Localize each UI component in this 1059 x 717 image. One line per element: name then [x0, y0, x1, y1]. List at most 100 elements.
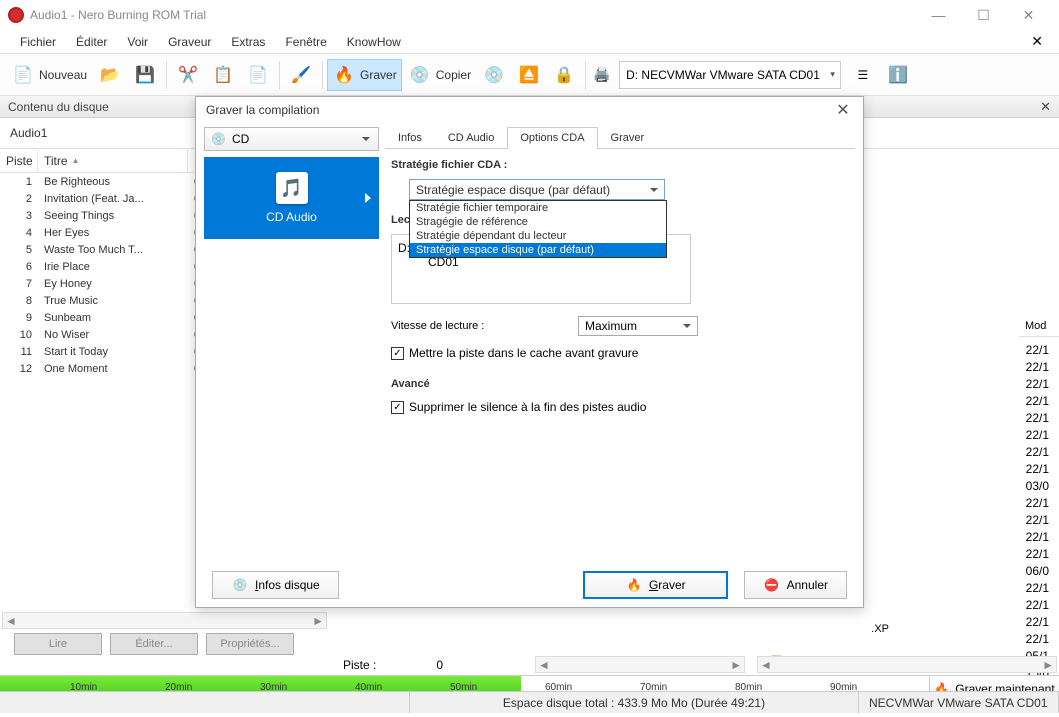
edit-button[interactable]: Éditer...: [110, 633, 198, 655]
status-drive: NECVMWar VMware SATA CD01: [859, 692, 1059, 713]
panel-close-icon[interactable]: ✕: [1040, 99, 1051, 115]
strategy-dropdown: Stratégie fichier temporaire Stragégie d…: [409, 200, 667, 258]
drive-selector[interactable]: D: NECVMWar VMware SATA CD01: [619, 61, 841, 89]
menu-editer[interactable]: Éditer: [66, 32, 117, 52]
disc-type-select[interactable]: 💿 CD: [204, 127, 379, 151]
tab-graver[interactable]: Graver: [598, 127, 658, 148]
header-mod[interactable]: Mod: [1019, 316, 1059, 337]
music-note-icon: 🎵: [276, 172, 308, 204]
date-cell: 22/1: [1016, 394, 1059, 411]
date-cell: 22/1: [1016, 496, 1059, 513]
cut-button[interactable]: ✂️: [171, 59, 205, 91]
mdi-close-icon[interactable]: ✕: [1025, 33, 1049, 50]
copy-icon: 📋: [211, 63, 235, 87]
cancel-icon: ⛔: [763, 576, 781, 594]
silence-checkbox-row[interactable]: ✓ Supprimer le silence à la fin des pist…: [391, 400, 849, 414]
close-button[interactable]: ✕: [1006, 0, 1051, 30]
separator: [322, 61, 323, 89]
dialog-right-panel: Infos CD Audio Options CDA Graver Straté…: [385, 127, 855, 559]
strategy-section-label: Stratégie fichier CDA :: [391, 159, 849, 171]
disc-icon: 💿: [231, 576, 249, 594]
bottom-controls: Lire Éditer... Propriétés...: [0, 633, 308, 655]
play-button[interactable]: Lire: [14, 633, 102, 655]
h-scrollbar-mid[interactable]: ◄►: [535, 656, 745, 673]
save-button[interactable]: 💾: [128, 59, 162, 91]
new-icon: 📄: [11, 63, 35, 87]
disc-icon: 💿: [211, 132, 226, 146]
separator: [279, 61, 280, 89]
app-icon: [8, 7, 24, 23]
h-scrollbar-right[interactable]: ◄►: [757, 656, 1057, 673]
checkbox-icon: ✓: [391, 347, 404, 360]
properties-button[interactable]: Propriétés...: [206, 633, 294, 655]
burn-button[interactable]: 🔥 Graver: [327, 59, 402, 91]
date-cell: 22/1: [1016, 547, 1059, 564]
speed-combo[interactable]: Maximum: [578, 316, 698, 336]
menu-voir[interactable]: Voir: [117, 32, 158, 52]
menubar: Fichier Éditer Voir Graveur Extras Fenêt…: [0, 30, 1059, 54]
dialog-tabs: Infos CD Audio Options CDA Graver: [385, 127, 855, 149]
strategy-combo[interactable]: Stratégie espace disque (par défaut) Str…: [409, 179, 665, 200]
dialog-close-button[interactable]: ✕: [833, 100, 853, 120]
cache-checkbox-row[interactable]: ✓ Mettre la piste dans le cache avant gr…: [391, 346, 849, 360]
drive-options-button[interactable]: ☰: [846, 59, 880, 91]
date-cell: 22/1: [1016, 411, 1059, 428]
options-icon: ☰: [851, 63, 875, 87]
disc-info-button[interactable]: 💿: [477, 59, 511, 91]
speed-label: Vitesse de lecture :: [391, 320, 566, 332]
menu-fichier[interactable]: Fichier: [10, 32, 66, 52]
new-button[interactable]: 📄 Nouveau: [6, 59, 92, 91]
header-titre[interactable]: Titre▲: [38, 150, 188, 172]
date-cell: 22/1: [1016, 360, 1059, 377]
date-cell: 06/0: [1016, 564, 1059, 581]
separator: [166, 61, 167, 89]
printer-icon: 🖨️: [590, 63, 614, 87]
copy-disc-button[interactable]: 💿 Copier: [403, 59, 476, 91]
sort-asc-icon: ▲: [72, 156, 80, 165]
info-button[interactable]: ℹ️: [881, 59, 915, 91]
brush-button[interactable]: 🖌️: [284, 59, 318, 91]
tab-cd-audio[interactable]: CD Audio: [435, 127, 507, 148]
burn-dialog: Graver la compilation ✕ 💿 CD 🎵 CD Audio …: [195, 96, 864, 608]
flame-icon: 🔥: [625, 576, 643, 594]
tab-content: Stratégie fichier CDA : Stratégie espace…: [385, 149, 855, 434]
paste-button[interactable]: 📄: [241, 59, 275, 91]
tab-infos[interactable]: Infos: [385, 127, 435, 148]
date-cell: 22/1: [1016, 343, 1059, 360]
date-cell: 22/1: [1016, 428, 1059, 445]
advanced-section-label: Avancé: [391, 378, 849, 390]
securdisc-button[interactable]: 🔒: [547, 59, 581, 91]
h-scrollbar-left[interactable]: ◄►: [2, 612, 327, 629]
toolbar: 📄 Nouveau 📂 💾 ✂️ 📋 📄 🖌️ 🔥 Graver 💿 Copie…: [0, 54, 1059, 96]
date-cell: 22/1: [1016, 513, 1059, 530]
maximize-button[interactable]: ☐: [961, 0, 1006, 30]
dialog-titlebar: Graver la compilation ✕: [196, 97, 863, 123]
dropdown-option[interactable]: Stratégie dépendant du lecteur: [410, 229, 666, 243]
dialog-left-panel: 💿 CD 🎵 CD Audio: [204, 127, 379, 559]
cancel-button[interactable]: ⛔ Annuler: [744, 571, 847, 599]
dialog-footer: 💿 Infos disque 🔥 Graver ⛔ Annuler: [196, 563, 863, 607]
dropdown-option[interactable]: Stragégie de référence: [410, 215, 666, 229]
dropdown-option-selected[interactable]: Stratégie espace disque (par défaut): [410, 243, 666, 257]
date-cell: 22/1: [1016, 581, 1059, 598]
checkbox-icon: ✓: [391, 401, 404, 414]
burn-confirm-button[interactable]: 🔥 Graver: [583, 571, 728, 599]
copy-clip-button[interactable]: 📋: [206, 59, 240, 91]
tab-options-cda[interactable]: Options CDA: [507, 127, 597, 148]
menu-graveur[interactable]: Graveur: [158, 32, 221, 52]
menu-fenetre[interactable]: Fenêtre: [275, 32, 336, 52]
open-button[interactable]: 📂: [93, 59, 127, 91]
header-piste[interactable]: Piste: [0, 150, 38, 172]
date-cell: 03/0: [1016, 479, 1059, 496]
menu-knowhow[interactable]: KnowHow: [337, 32, 411, 52]
date-cell: 22/1: [1016, 377, 1059, 394]
dropdown-option[interactable]: Stratégie fichier temporaire: [410, 201, 666, 215]
save-icon: 💾: [133, 63, 157, 87]
status-total: Espace disque total : 433.9 Mo Mo (Durée…: [410, 692, 859, 713]
minimize-button[interactable]: —: [916, 0, 961, 30]
compilation-tile[interactable]: 🎵 CD Audio: [204, 157, 379, 239]
disc-info-button[interactable]: 💿 Infos disque: [212, 571, 339, 599]
flame-icon: 🔥: [332, 63, 356, 87]
eject-button[interactable]: ⏏️: [512, 59, 546, 91]
menu-extras[interactable]: Extras: [221, 32, 275, 52]
